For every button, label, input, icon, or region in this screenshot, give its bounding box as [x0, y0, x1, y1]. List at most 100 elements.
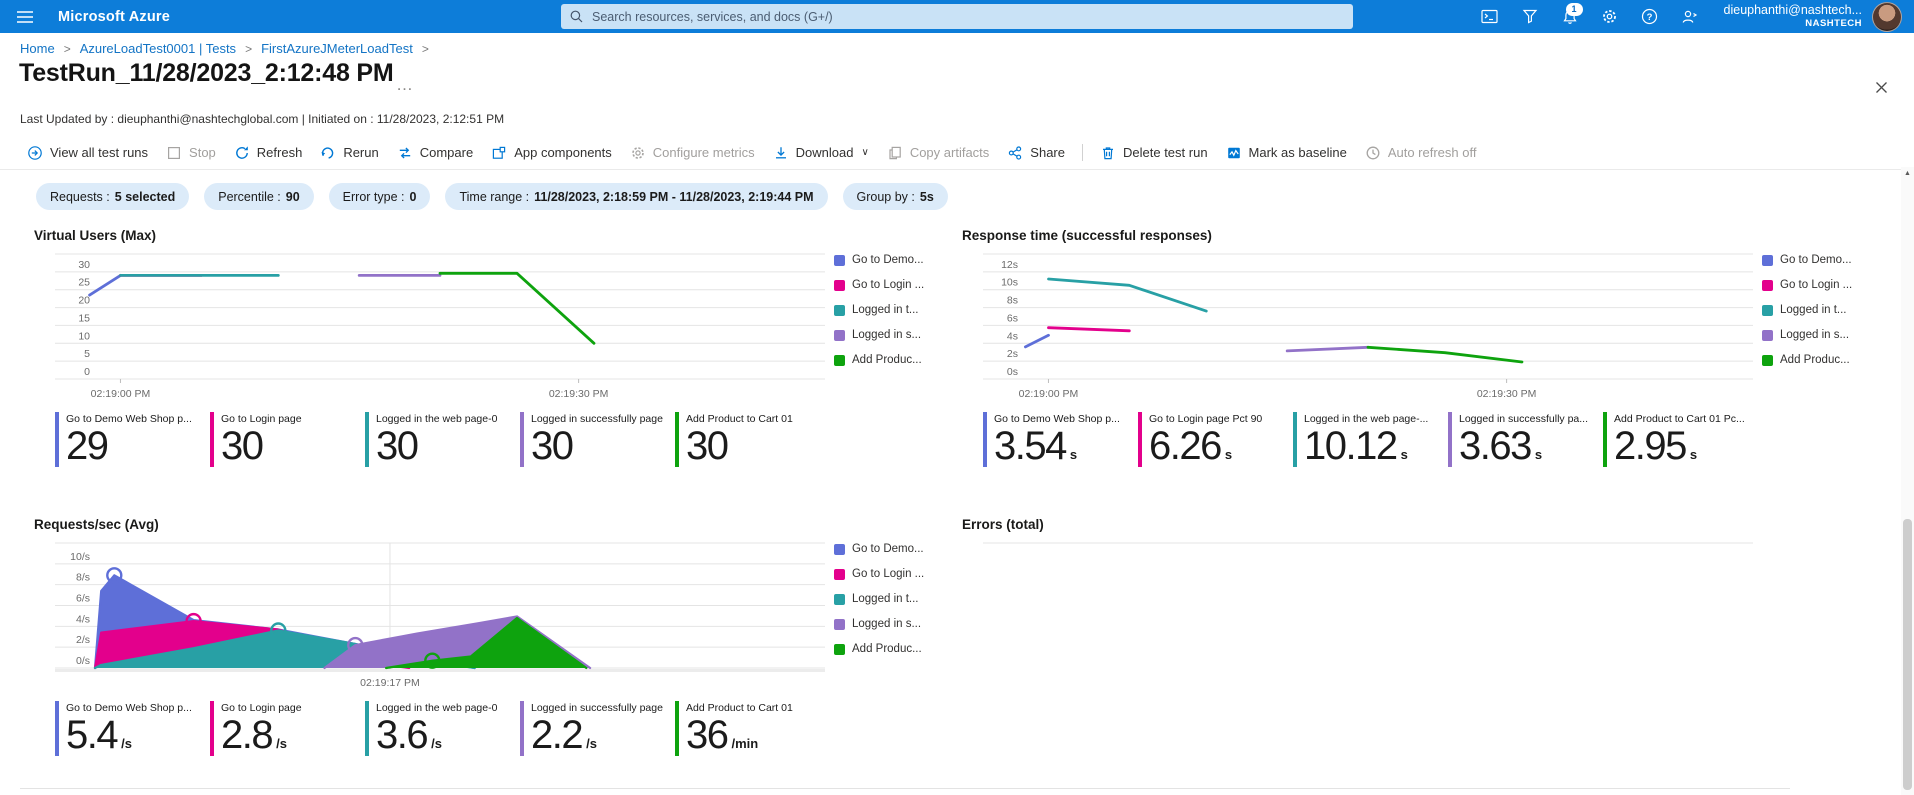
legend-item[interactable]: Go to Demo... — [1762, 254, 1852, 266]
virtual-users-stats: Go to Demo Web Shop p...29Go to Login pa… — [55, 412, 830, 467]
virtual-users-chart: 30252015105002:19:00 PM02:19:30 PM — [55, 250, 825, 407]
legend-item[interactable]: Go to Login ... — [834, 568, 924, 580]
legend-swatch — [834, 569, 845, 580]
stat-unit: s — [1225, 447, 1232, 462]
toolbar-button-label: Compare — [420, 145, 473, 160]
toolbar-button-app-components[interactable]: App components — [482, 136, 621, 169]
toolbar-button-download[interactable]: Download ∨ — [764, 136, 878, 169]
legend-item[interactable]: Go to Login ... — [1762, 279, 1852, 291]
legend-item[interactable]: Logged in t... — [834, 304, 924, 316]
toolbar-button-label: Download — [796, 145, 854, 160]
svg-text:8s: 8s — [1007, 295, 1018, 307]
stat-unit: /s — [586, 736, 597, 751]
toolbar-button-stop: Stop — [157, 136, 225, 169]
stat-value: 3.6/s — [376, 714, 520, 756]
top-bar-actions: 1 ? dieuphanthi@nashtech... NASHTECH — [1470, 0, 1908, 33]
legend-item[interactable]: Add Produc... — [834, 643, 924, 655]
legend-item[interactable]: Go to Demo... — [834, 543, 924, 555]
response-time-stats: Go to Demo Web Shop p...3.54sGo to Login… — [983, 412, 1758, 467]
filter-pill-group-by[interactable]: Group by :5s — [843, 183, 948, 210]
toolbar-button-delete-test-run[interactable]: Delete test run — [1091, 136, 1217, 169]
page-subtitle: Last Updated by : dieuphanthi@nashtechgl… — [20, 112, 504, 126]
chart-title: Requests/sec (Avg) — [34, 517, 964, 532]
breadcrumb-link[interactable]: FirstAzureJMeterLoadTest — [261, 41, 413, 56]
chevron-down-icon: ∨ — [861, 147, 868, 158]
search-input[interactable] — [590, 9, 1344, 25]
errors-chart — [983, 539, 1753, 696]
more-options-button[interactable]: … — [390, 74, 419, 96]
legend-swatch — [834, 644, 845, 655]
stat-value: 2.8/s — [221, 714, 365, 756]
breadcrumb-separator-icon: > — [64, 42, 71, 56]
legend-item[interactable]: Go to Login ... — [834, 279, 924, 291]
directory-filter-icon[interactable] — [1510, 0, 1550, 33]
legend-item[interactable]: Logged in s... — [834, 618, 924, 630]
filter-pill-time-range[interactable]: Time range :11/28/2023, 2:18:59 PM - 11/… — [445, 183, 827, 210]
stat-unit: s — [1401, 447, 1408, 462]
breadcrumb-link[interactable]: AzureLoadTest0001 | Tests — [80, 41, 236, 56]
help-icon[interactable]: ? — [1630, 0, 1670, 33]
stat-value: 2.95s — [1614, 425, 1758, 467]
goto-icon — [27, 145, 43, 161]
toolbar-button-mark-as-baseline[interactable]: Mark as baseline — [1217, 136, 1356, 169]
trash-icon — [1100, 145, 1116, 161]
legend-item[interactable]: Logged in t... — [834, 593, 924, 605]
azure-portal-screen: Microsoft Azure 1 ? — [0, 0, 1914, 795]
svg-text:0/s: 0/s — [76, 655, 90, 667]
legend-label: Logged in t... — [852, 304, 919, 316]
toolbar-button-view-all-test-runs[interactable]: View all test runs — [18, 136, 157, 169]
close-icon[interactable] — [1869, 80, 1894, 98]
legend-item[interactable]: Logged in s... — [1762, 329, 1852, 341]
filter-pill-percentile[interactable]: Percentile :90 — [204, 183, 313, 210]
svg-text:2/s: 2/s — [76, 634, 90, 646]
notifications-bell-icon[interactable]: 1 — [1550, 0, 1590, 33]
toolbar-button-share[interactable]: Share — [998, 136, 1074, 169]
vertical-scrollbar[interactable]: ▲ — [1901, 167, 1914, 795]
legend-label: Add Produc... — [852, 354, 922, 366]
account-info[interactable]: dieuphanthi@nashtech... NASHTECH — [1724, 3, 1862, 29]
svg-text:?: ? — [1647, 12, 1653, 23]
cloud-shell-icon[interactable] — [1470, 0, 1510, 33]
legend-swatch — [1762, 305, 1773, 316]
filter-pill-requests[interactable]: Requests :5 selected — [36, 183, 189, 210]
svg-text:2s: 2s — [1007, 348, 1018, 360]
appgrid-icon — [491, 145, 507, 161]
legend-item[interactable]: Add Produc... — [1762, 354, 1852, 366]
legend-item[interactable]: Go to Demo... — [834, 254, 924, 266]
virtual-users-panel: Virtual Users (Max) 30252015105002:19:00… — [34, 228, 964, 493]
errors-panel: Errors (total) — [962, 517, 1892, 782]
legend-swatch — [1762, 280, 1773, 291]
legend-label: Go to Demo... — [1780, 254, 1852, 266]
global-search[interactable] — [561, 4, 1353, 29]
feedback-icon[interactable] — [1670, 0, 1710, 33]
legend-item[interactable]: Logged in s... — [834, 329, 924, 341]
stat-unit: /s — [121, 736, 132, 751]
filter-pill-error-type[interactable]: Error type :0 — [329, 183, 431, 210]
virtual-users-legend: Go to Demo... Go to Login ... Logged in t.… — [834, 254, 924, 379]
filter-value: 0 — [410, 190, 417, 204]
scrollbar-thumb[interactable] — [1903, 519, 1912, 790]
legend-swatch — [834, 280, 845, 291]
response-time-chart: 12s10s8s6s4s2s0s02:19:00 PM02:19:30 PM — [983, 250, 1753, 407]
scrollbar-up-icon[interactable]: ▲ — [1901, 167, 1914, 181]
legend-item[interactable]: Add Produc... — [834, 354, 924, 366]
legend-label: Go to Login ... — [852, 568, 924, 580]
toolbar-button-refresh[interactable]: Refresh — [225, 136, 312, 169]
toolbar-button-label: Copy artifacts — [910, 145, 989, 160]
avatar[interactable] — [1872, 2, 1902, 32]
legend-item[interactable]: Logged in t... — [1762, 304, 1852, 316]
toolbar-button-label: Auto refresh off — [1388, 145, 1477, 160]
hamburger-menu-icon[interactable] — [0, 0, 50, 33]
toolbar-button-compare[interactable]: Compare — [388, 136, 482, 169]
settings-gear-icon[interactable] — [1590, 0, 1630, 33]
breadcrumb-link[interactable]: Home — [20, 41, 55, 56]
legend-swatch — [834, 619, 845, 630]
toolbar-button-rerun[interactable]: Rerun — [311, 136, 387, 169]
stat-value: 2.2/s — [531, 714, 675, 756]
stat-block: Go to Demo Web Shop p...3.54s — [983, 412, 1138, 467]
response-time-panel: Response time (successful responses) 12s… — [962, 228, 1892, 493]
legend-label: Logged in s... — [852, 329, 921, 341]
stat-value: 3.54s — [994, 425, 1138, 467]
toolbar-button-configure-metrics: Configure metrics — [621, 136, 764, 169]
stat-block: Logged in successfully page2.2/s — [520, 701, 675, 756]
